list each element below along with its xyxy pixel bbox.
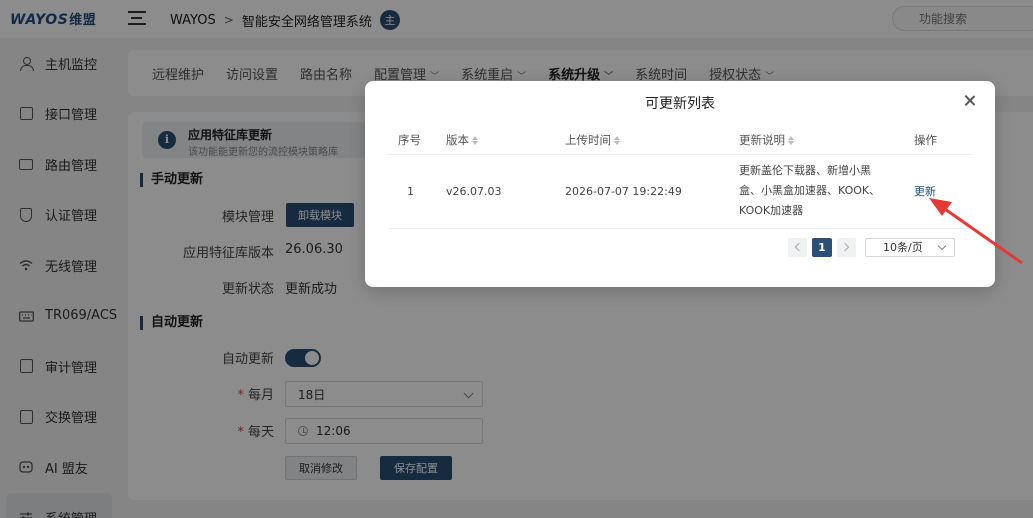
modal-title: 可更新列表 <box>645 96 715 112</box>
col-action: 操作 <box>904 127 973 155</box>
cell-upload-time: 2026-07-07 19:22:49 <box>555 154 729 229</box>
prev-page-button[interactable] <box>788 238 807 257</box>
col-version[interactable]: 版本 <box>436 127 555 155</box>
page-size-select[interactable]: 10条/页 <box>865 238 955 257</box>
update-link[interactable]: 更新 <box>914 185 936 198</box>
page-1-button[interactable]: 1 <box>812 238 832 257</box>
next-page-button[interactable] <box>837 238 856 257</box>
sort-icon[interactable] <box>788 136 794 146</box>
sort-icon[interactable] <box>472 136 478 146</box>
cell-description: 更新盖伦下载器、新增小黑盒、小黑盒加速器、KOOK、KOOK加速器 <box>729 154 904 229</box>
chevron-down-icon <box>937 241 947 251</box>
update-list-table: 序号 版本 上传时间 更新说明 操作 1 v26.07.03 2026-07-0… <box>388 127 973 229</box>
cell-index: 1 <box>388 154 436 229</box>
close-icon[interactable] <box>963 94 977 108</box>
col-description[interactable]: 更新说明 <box>729 127 904 155</box>
sort-icon[interactable] <box>614 136 620 146</box>
update-list-modal: 可更新列表 序号 版本 上传时间 更新说明 操作 1 v26.07.03 202… <box>365 81 995 287</box>
table-header-row: 序号 版本 上传时间 更新说明 操作 <box>388 127 973 155</box>
cell-version: v26.07.03 <box>436 154 555 229</box>
col-index: 序号 <box>388 127 436 155</box>
col-upload-time[interactable]: 上传时间 <box>555 127 729 155</box>
cell-action: 更新 <box>904 154 973 229</box>
table-row: 1 v26.07.03 2026-07-07 19:22:49 更新盖伦下载器、… <box>388 154 973 229</box>
